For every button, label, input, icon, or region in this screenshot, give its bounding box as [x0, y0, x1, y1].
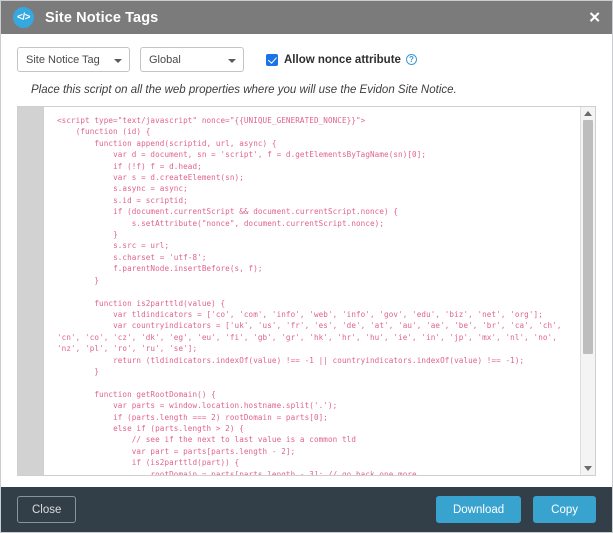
code-scrollbar[interactable]: [580, 107, 595, 475]
code-viewer: <script type="text/javascript" nonce="{{…: [17, 106, 596, 476]
allow-nonce-checkbox[interactable]: [266, 53, 278, 66]
chevron-down-icon: [228, 58, 236, 63]
allow-nonce-checkbox-group: Allow nonce attribute ?: [266, 53, 417, 66]
code-brackets-icon: </>: [13, 7, 34, 28]
code-body[interactable]: <script type="text/javascript" nonce="{{…: [44, 107, 580, 475]
instruction-text: Place this script on all the web propert…: [1, 72, 612, 106]
region-select-value: Global: [149, 53, 181, 66]
dialog-titlebar: </> Site Notice Tags ✕: [1, 1, 612, 34]
close-button[interactable]: Close: [17, 496, 77, 523]
allow-nonce-label: Allow nonce attribute: [284, 53, 401, 66]
close-icon[interactable]: ✕: [588, 10, 601, 25]
dialog-footer: Close Download Copy: [1, 487, 612, 532]
download-button[interactable]: Download: [435, 496, 522, 523]
question-mark-icon[interactable]: ?: [405, 54, 417, 65]
tag-type-select[interactable]: Site Notice Tag: [17, 47, 130, 72]
controls-row: Site Notice Tag Global Allow nonce attri…: [1, 34, 612, 72]
chevron-down-icon: [114, 58, 122, 63]
scroll-down-arrow-icon[interactable]: [584, 466, 592, 471]
copy-button[interactable]: Copy: [533, 496, 596, 523]
site-notice-tags-dialog: </> Site Notice Tags ✕ Site Notice Tag G…: [0, 0, 613, 533]
scrollbar-thumb[interactable]: [583, 120, 593, 354]
code-gutter: [18, 107, 44, 475]
dialog-title: Site Notice Tags: [45, 9, 159, 26]
scroll-up-arrow-icon[interactable]: [584, 111, 592, 116]
region-select[interactable]: Global: [140, 47, 244, 72]
tag-type-select-value: Site Notice Tag: [26, 53, 100, 66]
script-code[interactable]: <script type="text/javascript" nonce="{{…: [44, 115, 580, 475]
